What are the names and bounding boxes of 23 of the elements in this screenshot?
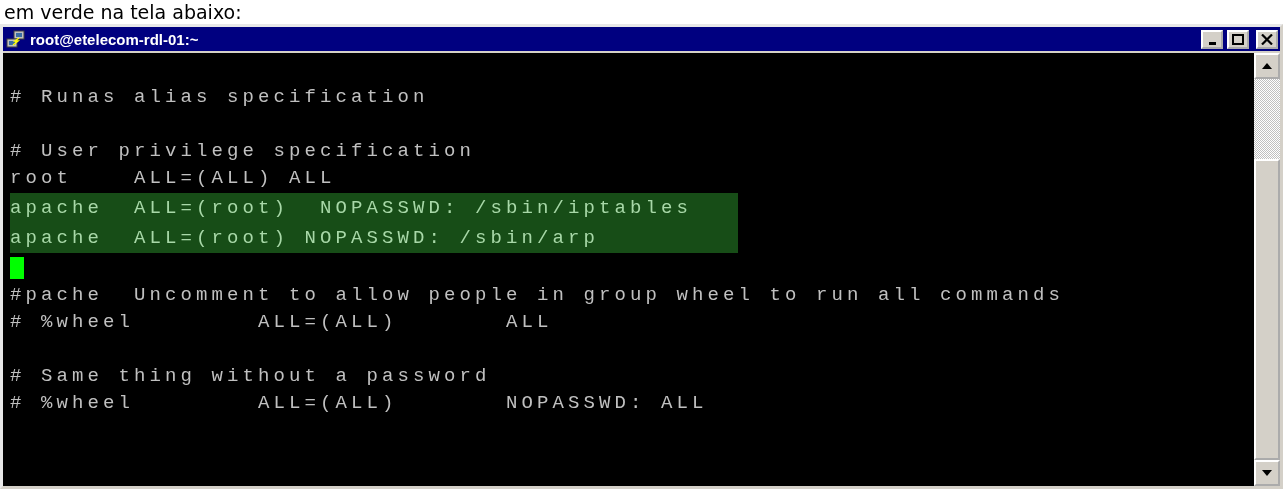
terminal-line: #pache Uncomment to allow people in group wheel to run all commands [10, 283, 1065, 307]
terminal-line: # User privilege specification [10, 139, 476, 163]
caption-text: em verde na tela abaixo: [4, 1, 242, 23]
scrollbar[interactable] [1254, 53, 1280, 486]
close-icon [1261, 33, 1273, 45]
up-triangle-icon [1262, 63, 1272, 69]
maximize-icon [1232, 33, 1244, 45]
terminal-line: root ALL=(ALL) ALL [10, 166, 336, 190]
terminal-line: # %wheel ALL=(ALL) ALL [10, 310, 553, 334]
terminal-line: # Runas alias specification [10, 85, 429, 109]
minimize-icon [1208, 41, 1216, 45]
window-title: root@etelecom-rdl-01:~ [30, 30, 200, 48]
terminal-line: # %wheel ALL=(ALL) NOPASSWD: ALL [10, 391, 708, 415]
scrollbar-thumb[interactable] [1254, 159, 1280, 460]
minimize-button[interactable] [1201, 29, 1223, 49]
down-triangle-icon [1262, 470, 1272, 476]
terminal-line: # Same thing without a password [10, 364, 491, 388]
scroll-down-button[interactable] [1254, 460, 1280, 486]
computers-icon [6, 29, 26, 49]
text-cursor [10, 257, 24, 279]
maximize-button[interactable] [1227, 29, 1249, 49]
scroll-up-button[interactable] [1254, 53, 1280, 79]
close-button[interactable] [1256, 29, 1278, 49]
